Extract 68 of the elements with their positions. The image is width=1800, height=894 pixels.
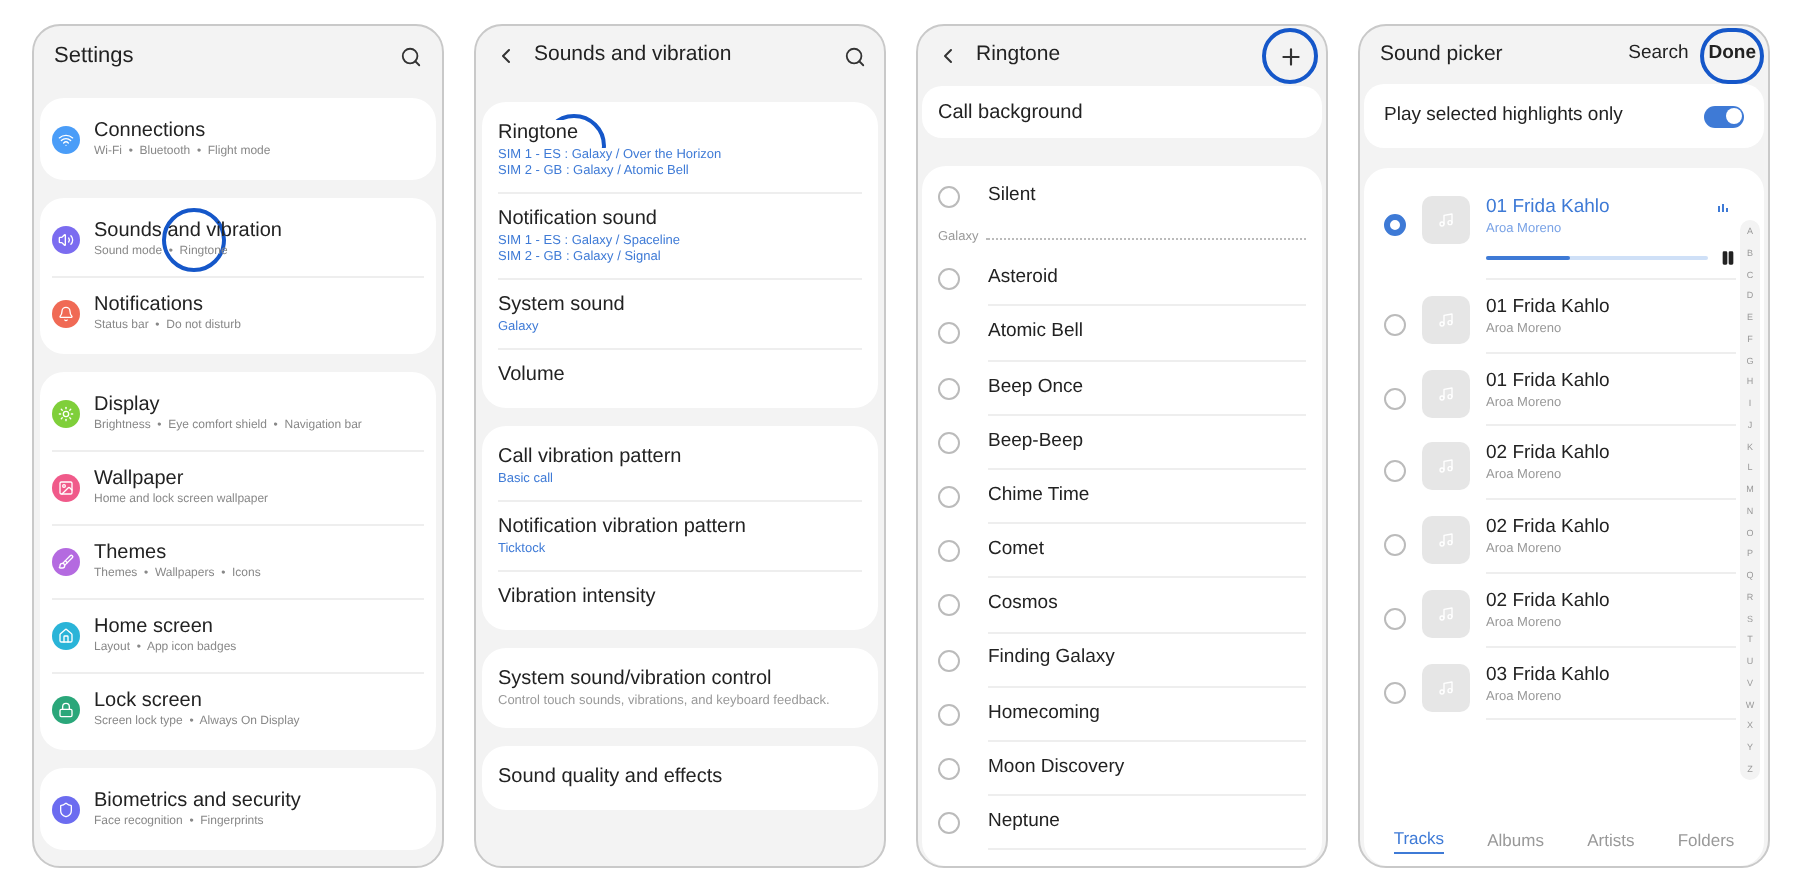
radio-button[interactable] <box>938 486 960 509</box>
radio-button[interactable] <box>938 186 960 209</box>
settings-item[interactable]: Sound quality and effects <box>498 752 862 804</box>
item-title: Wallpaper <box>94 466 186 492</box>
track-title: 01 Frida Kahlo <box>1486 295 1612 320</box>
radio-button[interactable] <box>1384 460 1406 483</box>
search-button[interactable]: Search <box>1628 40 1689 70</box>
progress-bar[interactable] <box>1486 255 1708 260</box>
item-title: Home screen <box>94 614 215 640</box>
radio-button[interactable] <box>938 649 960 672</box>
search-icon[interactable] <box>400 45 422 67</box>
screen-title: Settings <box>54 41 134 72</box>
track-title: 01 Frida Kahlo <box>1486 369 1612 393</box>
album-art <box>1422 196 1470 244</box>
radio-button[interactable] <box>938 431 960 454</box>
item-title: Notifications <box>94 292 205 318</box>
album-art <box>1422 663 1470 711</box>
pause-icon[interactable] <box>1720 249 1736 266</box>
track-title: 01 Frida Kahlo <box>1486 196 1612 220</box>
toggle-switch[interactable] <box>1704 105 1744 127</box>
item-title: Themes <box>94 540 169 566</box>
screen-title: Sounds and vibration <box>534 40 734 71</box>
radio-button[interactable] <box>1384 607 1406 630</box>
item-title: Sound quality and effects <box>498 764 723 792</box>
search-icon[interactable] <box>844 45 866 67</box>
album-art <box>1422 369 1470 417</box>
option-label: Silent <box>988 182 1038 211</box>
radio-button[interactable] <box>938 540 960 563</box>
item-title: Connections <box>94 117 208 143</box>
screen-title: Sound picker <box>1380 39 1505 70</box>
radio-button[interactable] <box>1384 313 1406 336</box>
item-title: System sound <box>498 292 625 320</box>
radio-button[interactable] <box>938 322 960 345</box>
item-title: Lock screen <box>94 688 204 714</box>
radio-button[interactable] <box>1384 387 1406 409</box>
radio-button[interactable] <box>938 594 960 617</box>
screen-title: Ringtone <box>976 40 1063 71</box>
equalizer-icon <box>1718 204 1728 212</box>
radio-button[interactable] <box>1384 534 1406 556</box>
call-background-item[interactable]: Call background <box>922 86 1322 138</box>
radio-button[interactable] <box>938 377 960 400</box>
settings-item[interactable]: Vibration intensity <box>498 570 862 624</box>
album-art <box>1422 442 1470 491</box>
radio-button[interactable] <box>938 268 960 291</box>
album-art <box>1422 589 1470 638</box>
track-title: 02 Frida Kahlo <box>1486 442 1612 467</box>
item-title: System sound/vibration control <box>498 666 772 694</box>
item-title: Vibration intensity <box>498 584 656 612</box>
radio-button[interactable] <box>938 703 960 726</box>
radio-button[interactable] <box>938 757 960 780</box>
item-title: Display <box>94 391 162 417</box>
track-title: 03 Frida Kahlo <box>1486 663 1612 687</box>
item-title: Call vibration pattern <box>498 444 682 472</box>
radio-button[interactable] <box>1384 681 1406 703</box>
plus-icon <box>1277 43 1303 69</box>
toggle-label: Play selected highlights only <box>1384 101 1623 130</box>
album-art <box>1422 516 1470 564</box>
radio-button[interactable] <box>1384 214 1406 236</box>
settings-item[interactable]: Volume <box>498 348 862 402</box>
track-title: 02 Frida Kahlo <box>1486 516 1612 540</box>
item-title: Ringtone <box>498 120 579 148</box>
ringtone-option[interactable]: Silent <box>938 170 1306 225</box>
tab[interactable]: Tracks <box>1393 826 1444 854</box>
track-title: 02 Frida Kahlo <box>1486 589 1612 614</box>
item-title: Biometrics and security <box>94 787 301 813</box>
radio-button[interactable] <box>938 812 960 835</box>
item-title: Notification vibration pattern <box>498 514 746 542</box>
album-art <box>1422 295 1470 344</box>
